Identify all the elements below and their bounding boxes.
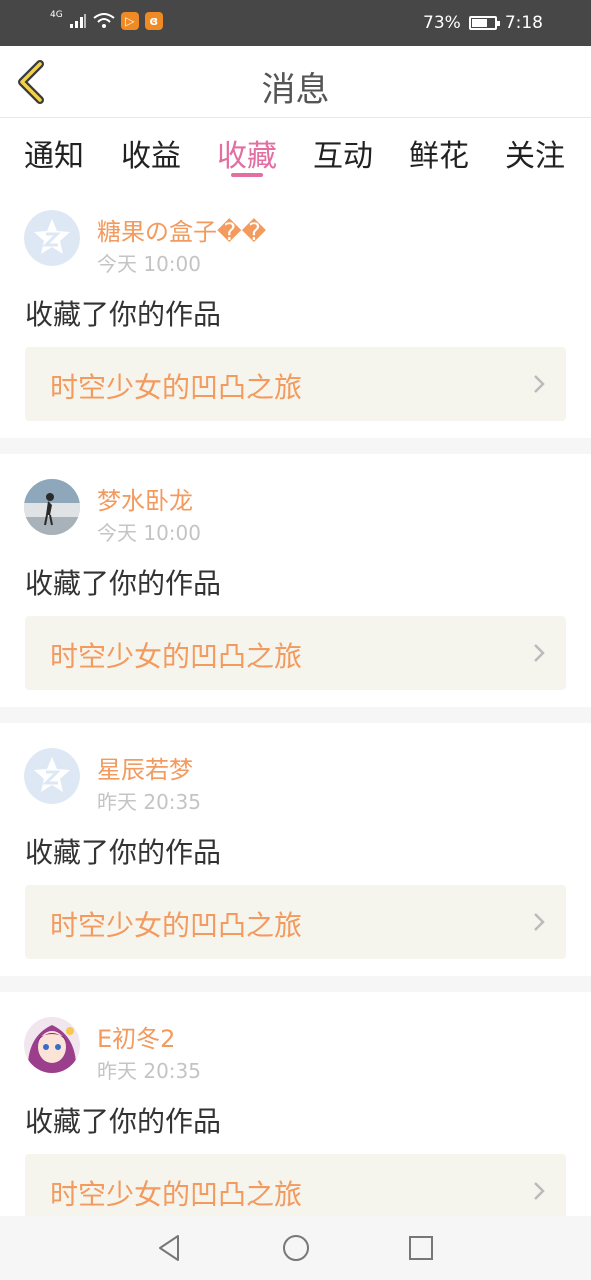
- work-link[interactable]: 时空少女的凹凸之旅: [25, 885, 566, 959]
- uc-app-icon: ɞ: [144, 12, 163, 30]
- action-text: 收藏了你的作品: [25, 298, 222, 331]
- divider: [0, 707, 591, 723]
- network-type: 4G: [50, 10, 63, 20]
- tab-flowers[interactable]: 鲜花: [409, 131, 469, 175]
- nav-back-icon[interactable]: [154, 1232, 186, 1264]
- divider: [0, 976, 591, 992]
- default-avatar[interactable]: [24, 210, 80, 266]
- message-card: 星辰若梦 昨天 20:35 收藏了你的作品 时空少女的凹凸之旅: [0, 736, 591, 988]
- status-bar: 4G ▷ ɞ 73% 7:18: [0, 0, 591, 46]
- work-title: 时空少女的凹凸之旅: [50, 640, 303, 673]
- action-text: 收藏了你的作品: [25, 1105, 222, 1138]
- chevron-right-icon: [534, 1182, 545, 1200]
- status-icons-left: 4G ▷ ɞ: [50, 10, 163, 30]
- work-title: 时空少女的凹凸之旅: [50, 371, 303, 404]
- message-time: 今天 10:00: [97, 252, 201, 276]
- message-time: 昨天 20:35: [97, 1059, 201, 1083]
- message-time: 昨天 20:35: [97, 790, 201, 814]
- chevron-right-icon: [534, 375, 545, 393]
- default-avatar[interactable]: [24, 748, 80, 804]
- photo-avatar[interactable]: [24, 479, 80, 535]
- anime-avatar-icon: [24, 1017, 80, 1073]
- tab-follows[interactable]: 关注: [505, 131, 565, 175]
- tab-favorites[interactable]: 收藏: [217, 131, 277, 175]
- user-name[interactable]: 梦水卧龙: [97, 481, 193, 516]
- message-card: 梦水卧龙 今天 10:00 收藏了你的作品 时空少女的凹凸之旅: [0, 467, 591, 719]
- action-text: 收藏了你的作品: [25, 836, 222, 869]
- video-app-icon: ▷: [120, 12, 139, 30]
- signal-icon: [69, 14, 86, 28]
- message-card: 糖果の盒子�� 今天 10:00 收藏了你的作品 时空少女的凹凸之旅: [0, 198, 591, 450]
- photo-avatar-icon: [24, 479, 80, 535]
- chevron-right-icon: [534, 644, 545, 662]
- message-time: 今天 10:00: [97, 521, 201, 545]
- work-title: 时空少女的凹凸之旅: [50, 909, 303, 942]
- default-q-avatar-icon: [24, 748, 80, 804]
- battery-percent: 73%: [423, 13, 461, 33]
- tab-notifications[interactable]: 通知: [24, 131, 84, 175]
- battery-fill: [471, 19, 488, 27]
- status-icons-right: 73% 7:18: [423, 13, 543, 33]
- work-link[interactable]: 时空少女的凹凸之旅: [25, 347, 566, 421]
- work-link[interactable]: 时空少女的凹凸之旅: [25, 616, 566, 690]
- header: 消息: [0, 46, 591, 118]
- action-text: 收藏了你的作品: [25, 567, 222, 600]
- work-title: 时空少女的凹凸之旅: [50, 1178, 303, 1211]
- default-q-avatar-icon: [24, 210, 80, 266]
- nav-recents-icon[interactable]: [405, 1232, 437, 1264]
- user-name[interactable]: E初冬2: [97, 1019, 175, 1054]
- active-tab-indicator: [231, 173, 263, 177]
- tab-interactions[interactable]: 互动: [313, 131, 373, 175]
- tab-earnings[interactable]: 收益: [121, 131, 181, 175]
- user-name[interactable]: 星辰若梦: [97, 750, 193, 785]
- tab-bar: 通知 收益 收藏 互动 鲜花 关注: [0, 119, 591, 187]
- clock: 7:18: [504, 13, 543, 33]
- anime-avatar[interactable]: [24, 1017, 80, 1073]
- system-nav-bar: [0, 1216, 591, 1280]
- nav-home-icon[interactable]: [280, 1232, 312, 1264]
- page-title: 消息: [261, 70, 330, 110]
- battery-icon: [468, 16, 500, 30]
- chevron-right-icon: [534, 913, 545, 931]
- wifi-icon: [93, 13, 115, 28]
- divider: [0, 438, 591, 454]
- user-name[interactable]: 糖果の盒子��: [97, 212, 266, 247]
